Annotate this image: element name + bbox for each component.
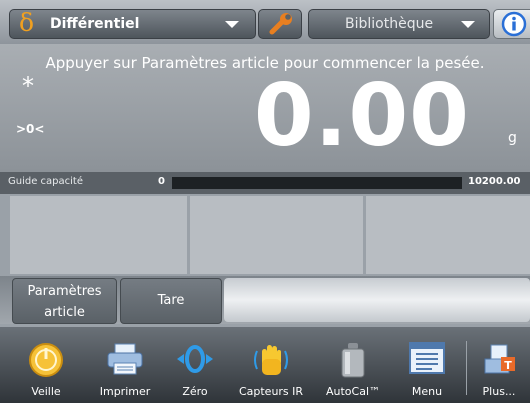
capacity-max: 10200.00 [468,176,521,187]
item-parameters-label-line1: Paramètres [27,284,102,299]
stability-indicator: * [22,72,34,100]
menu-label: Menu [411,385,443,398]
info-icon [501,11,527,37]
soft-key-empty-area [224,278,530,322]
standby-button[interactable]: Veille [12,327,80,403]
chevron-down-icon [461,21,475,28]
zero-label: Zéro [182,385,208,398]
ir-sensors-button[interactable]: Capteurs IR [228,327,314,403]
soft-keys: Paramètres article Tare [0,276,530,324]
toolbar-divider [466,341,467,395]
application-mode-label: Différentiel [50,16,140,32]
weighing-display: Appuyer sur Paramètres article pour comm… [0,44,530,172]
item-parameters-label-line2: article [44,305,85,320]
capacity-guide: Guide capacité 0 10200.00 [0,172,530,194]
data-fields [10,196,530,274]
more-button[interactable]: T Plus... [470,327,528,403]
svg-text:T: T [504,359,512,372]
standby-label: Veille [31,385,61,398]
calibration-weight-icon [341,343,365,378]
hand-sensor-icon [254,345,288,375]
tare-button[interactable]: Tare [120,278,222,324]
center-of-zero-indicator: >0< [16,122,45,136]
chevron-down-icon [225,21,239,28]
zero-icon [177,345,213,373]
printer-icon [107,343,143,375]
application-mode-dropdown[interactable]: δ Différentiel [9,9,256,39]
capacity-bar [172,177,462,189]
standby-icon [29,343,63,377]
data-field-1 [10,196,187,274]
wrench-icon [269,13,292,35]
more-label: Plus... [482,385,516,398]
menu-button[interactable]: Menu [394,327,460,403]
library-label: Bibliothèque [345,16,434,32]
data-field-3 [366,196,530,274]
library-dropdown[interactable]: Bibliothèque [308,9,490,39]
print-button[interactable]: Imprimer [88,327,162,403]
weight-readout: 0.00 [253,66,470,166]
capacity-label: Guide capacité [8,176,83,187]
autocal-label: AutoCal™ [325,385,381,398]
zero-button[interactable]: Zéro [166,327,224,403]
settings-button[interactable] [258,9,302,39]
print-label: Imprimer [99,385,151,398]
ir-sensors-label: Capteurs IR [238,385,304,398]
top-bar: δ Différentiel Bibliothèque [0,0,530,44]
function-toolbar: Veille Imprimer Zéro Capteurs IR AutoCal… [0,327,530,403]
delta-icon: δ [19,8,35,37]
weight-unit[interactable]: g [508,130,517,146]
more-icon: T [484,344,515,374]
info-button[interactable] [493,9,530,39]
autocal-button[interactable]: AutoCal™ [318,327,388,403]
menu-icon [409,342,445,374]
capacity-min: 0 [158,176,165,187]
data-field-2 [190,196,363,274]
item-parameters-button[interactable]: Paramètres article [12,278,117,324]
